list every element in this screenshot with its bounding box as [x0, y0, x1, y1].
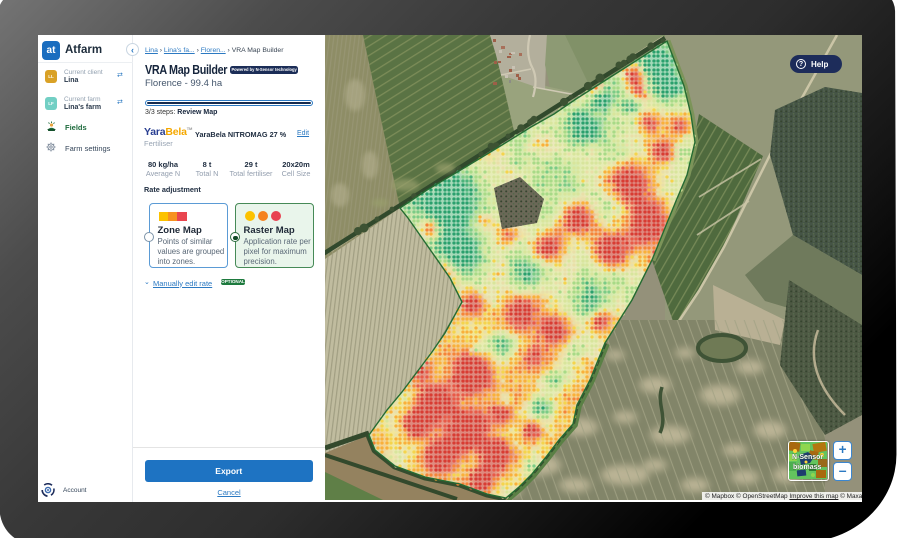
svg-text:N-Sensor: N-Sensor	[792, 454, 823, 461]
svg-text:biomass: biomass	[793, 464, 822, 471]
